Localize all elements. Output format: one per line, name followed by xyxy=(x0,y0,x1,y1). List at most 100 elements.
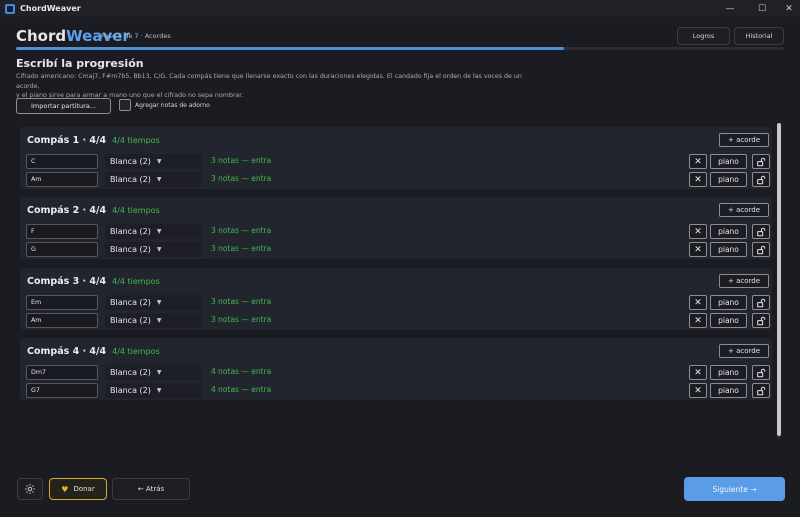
piano-button[interactable]: piano xyxy=(710,172,747,187)
chord-row: F Blanca (2) ▼ 3 notas — entra ✕ piano xyxy=(26,224,770,239)
dropdown-caret-icon: ▼ xyxy=(156,369,162,376)
measure-card: Compás 1 · 4/4 4/4 tiempos + acorde C Blanca… xyxy=(20,127,772,189)
window-title: ChordWeaver xyxy=(20,4,81,13)
measure-title: Compás 2 · 4/4 xyxy=(27,205,107,216)
measure-title: Compás 3 · 4/4 xyxy=(27,276,107,287)
duration-select[interactable]: Blanca (2) ▼ xyxy=(105,383,202,398)
piano-button[interactable]: piano xyxy=(710,365,747,380)
achievements-button[interactable]: Logros xyxy=(677,27,730,45)
unlock-icon xyxy=(757,245,766,254)
dropdown-caret-icon: ▼ xyxy=(156,387,162,394)
chord-notes-status: 3 notas — entra xyxy=(211,226,272,235)
piano-button[interactable]: piano xyxy=(710,313,747,328)
duration-select[interactable]: Blanca (2) ▼ xyxy=(105,242,202,257)
lock-voicing-button[interactable] xyxy=(752,383,770,398)
measure-title: Compás 4 · 4/4 xyxy=(27,346,107,357)
add-chord-button[interactable]: + acorde xyxy=(719,203,769,217)
ornament-notes-toggle[interactable]: Agregar notas de adorno xyxy=(119,99,210,111)
chord-notes-status: 4 notas — entra xyxy=(211,367,272,376)
lock-voicing-button[interactable] xyxy=(752,154,770,169)
lock-voicing-button[interactable] xyxy=(752,313,770,328)
remove-chord-button[interactable]: ✕ xyxy=(689,383,707,398)
measure-time-status: 4/4 tiempos xyxy=(112,136,160,145)
measure-header: Compás 4 · 4/4 4/4 tiempos xyxy=(27,346,160,357)
duration-select[interactable]: Blanca (2) ▼ xyxy=(105,154,202,169)
chord-symbol-input[interactable]: F xyxy=(26,224,98,239)
measure-card: Compás 3 · 4/4 4/4 tiempos + acorde Em Blanc… xyxy=(20,268,772,330)
lock-voicing-button[interactable] xyxy=(752,172,770,187)
chord-symbol-input[interactable]: G xyxy=(26,242,98,257)
remove-chord-button[interactable]: ✕ xyxy=(689,154,707,169)
close-window-button[interactable]: ✕ xyxy=(776,0,800,17)
measure-card: Compás 2 · 4/4 4/4 tiempos + acorde F Blanca… xyxy=(20,197,772,259)
donate-label: Donar xyxy=(73,485,95,493)
lock-voicing-button[interactable] xyxy=(752,295,770,310)
duration-value: Blanca (2) xyxy=(110,245,151,254)
chord-symbol-input[interactable]: Dm7 xyxy=(26,365,98,380)
remove-chord-button[interactable]: ✕ xyxy=(689,365,707,380)
duration-value: Blanca (2) xyxy=(110,386,151,395)
app-logo-icon xyxy=(5,3,15,14)
duration-select[interactable]: Blanca (2) ▼ xyxy=(105,224,202,239)
chord-notes-status: 3 notas — entra xyxy=(211,156,272,165)
lock-voicing-button[interactable] xyxy=(752,242,770,257)
measure-time-status: 4/4 tiempos xyxy=(112,206,160,215)
chord-symbol-input[interactable]: Am xyxy=(26,172,98,187)
duration-select[interactable]: Blanca (2) ▼ xyxy=(105,295,202,310)
chord-notes-status: 3 notas — entra xyxy=(211,315,272,324)
chord-symbol-input[interactable]: G7 xyxy=(26,383,98,398)
chord-notes-status: 4 notas — entra xyxy=(211,385,272,394)
wizard-progress-bar xyxy=(16,47,784,50)
add-chord-button[interactable]: + acorde xyxy=(719,274,769,288)
piano-button[interactable]: piano xyxy=(710,295,747,310)
import-score-button[interactable]: Importar partitura... xyxy=(16,98,111,114)
add-chord-button[interactable]: + acorde xyxy=(719,133,769,147)
maximize-button[interactable]: ☐ xyxy=(749,0,775,17)
measure-card: Compás 4 · 4/4 4/4 tiempos + acorde Dm7 Blan… xyxy=(20,338,772,400)
measure-header: Compás 1 · 4/4 4/4 tiempos xyxy=(27,135,160,146)
chord-symbol-input[interactable]: Em xyxy=(26,295,98,310)
chord-notes-status: 3 notas — entra xyxy=(211,297,272,306)
chord-symbol-input[interactable]: C xyxy=(26,154,98,169)
piano-button[interactable]: piano xyxy=(710,224,747,239)
chord-row: Em Blanca (2) ▼ 3 notas — entra ✕ piano xyxy=(26,295,770,310)
dropdown-caret-icon: ▼ xyxy=(156,246,162,253)
step-indicator: Paso 5 de 7 · Acordes xyxy=(101,32,171,40)
chord-row: Dm7 Blanca (2) ▼ 4 notas — entra ✕ piano xyxy=(26,365,770,380)
measures-scroll-area[interactable]: Compás 1 · 4/4 4/4 tiempos + acorde C Blanca… xyxy=(17,121,784,439)
add-chord-button[interactable]: + acorde xyxy=(719,344,769,358)
dropdown-caret-icon: ▼ xyxy=(156,317,162,324)
remove-chord-button[interactable]: ✕ xyxy=(689,313,707,328)
settings-button[interactable] xyxy=(17,478,43,500)
heart-icon: ♥ xyxy=(61,484,69,494)
scrollbar-thumb[interactable] xyxy=(777,123,781,436)
lock-voicing-button[interactable] xyxy=(752,224,770,239)
back-button[interactable]: ← Atrás xyxy=(112,478,190,500)
duration-value: Blanca (2) xyxy=(110,157,151,166)
next-button[interactable]: Siguiente → xyxy=(684,477,785,501)
remove-chord-button[interactable]: ✕ xyxy=(689,172,707,187)
piano-button[interactable]: piano xyxy=(710,242,747,257)
piano-button[interactable]: piano xyxy=(710,154,747,169)
duration-value: Blanca (2) xyxy=(110,227,151,236)
piano-button[interactable]: piano xyxy=(710,383,747,398)
chord-symbol-input[interactable]: Am xyxy=(26,313,98,328)
dropdown-caret-icon: ▼ xyxy=(156,299,162,306)
ornament-notes-label: Agregar notas de adorno xyxy=(135,101,210,109)
minimize-button[interactable]: — xyxy=(717,0,743,17)
remove-chord-button[interactable]: ✕ xyxy=(689,295,707,310)
duration-select[interactable]: Blanca (2) ▼ xyxy=(105,172,202,187)
duration-select[interactable]: Blanca (2) ▼ xyxy=(105,313,202,328)
history-button[interactable]: Historial xyxy=(734,27,784,45)
remove-chord-button[interactable]: ✕ xyxy=(689,224,707,239)
unlock-icon xyxy=(757,175,766,184)
duration-value: Blanca (2) xyxy=(110,316,151,325)
chord-row: Am Blanca (2) ▼ 3 notas — entra ✕ piano xyxy=(26,172,770,187)
dropdown-caret-icon: ▼ xyxy=(156,228,162,235)
duration-select[interactable]: Blanca (2) ▼ xyxy=(105,365,202,380)
unlock-icon xyxy=(757,298,766,307)
ornament-notes-checkbox[interactable] xyxy=(119,99,131,111)
remove-chord-button[interactable]: ✕ xyxy=(689,242,707,257)
lock-voicing-button[interactable] xyxy=(752,365,770,380)
donate-button[interactable]: ♥ Donar xyxy=(49,478,107,500)
